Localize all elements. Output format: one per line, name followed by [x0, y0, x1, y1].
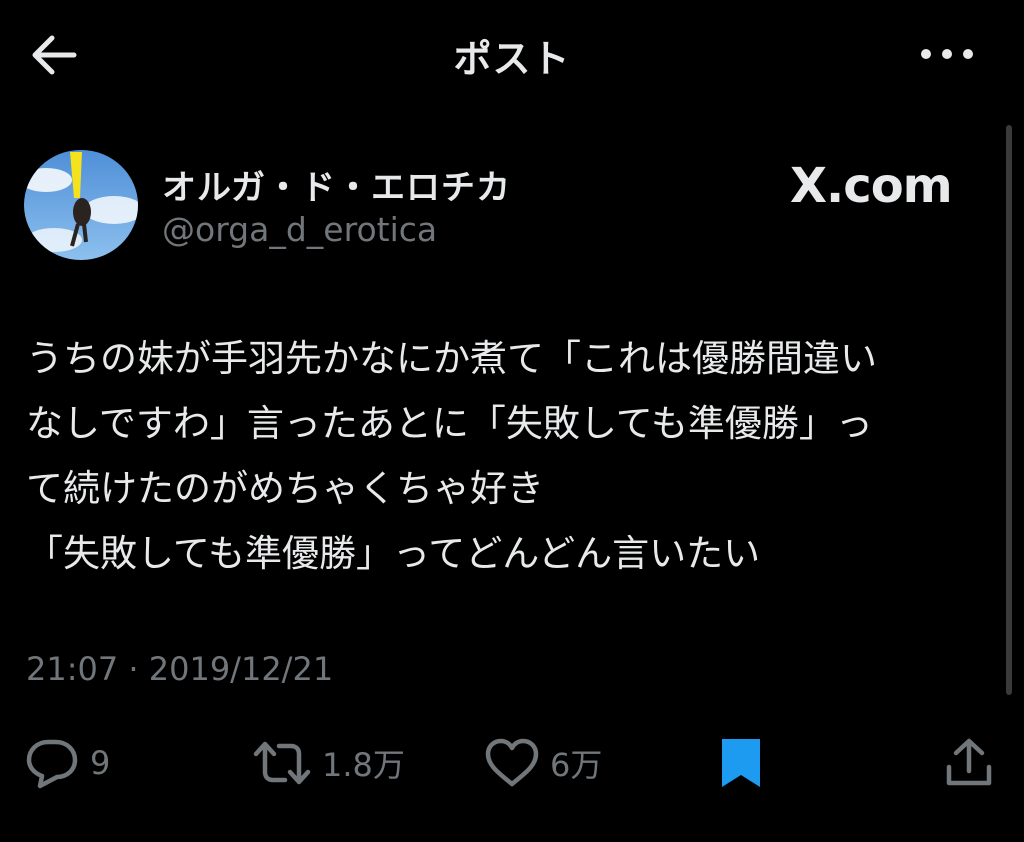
avatar[interactable] [24, 150, 138, 260]
heart-icon [485, 738, 539, 787]
page-title: ポスト [453, 37, 571, 81]
more-options-button[interactable] [918, 32, 976, 76]
like-count: 6万 [550, 746, 603, 784]
reply-bubble-icon [26, 739, 78, 789]
action-bar: 9 1.8万 6万 [0, 730, 1024, 800]
reply-button[interactable]: 9 [24, 730, 110, 796]
repost-button[interactable]: 1.8万 [252, 730, 405, 796]
share-icon [946, 738, 992, 786]
tweet-text: うちの妹が手羽先かなにか煮て「これは優勝間違い なしですわ」言ったあとに「失敗し… [26, 326, 986, 586]
tweet-line: 「失敗しても準優勝」ってどんどん言いたい [26, 532, 761, 575]
repost-count: 1.8万 [322, 746, 405, 784]
scrollbar[interactable] [1006, 125, 1012, 695]
repost-icon [253, 741, 311, 785]
reply-count: 9 [90, 744, 111, 782]
tweet-line: うちの妹が手羽先かなにか煮て「これは優勝間違い [26, 337, 877, 380]
share-button[interactable] [944, 730, 994, 796]
like-button[interactable]: 6万 [484, 730, 602, 796]
timestamp[interactable]: 21:07 · 2019/12/21 [26, 650, 333, 688]
bookmark-icon [722, 739, 760, 787]
tweet-line: なしですわ」言ったあとに「失敗しても準優勝」っ [26, 402, 873, 445]
top-bar: ポスト [0, 0, 1024, 110]
bookmark-button[interactable] [718, 730, 764, 796]
tweet-line: て続けたのがめちゃくちゃ好き [26, 467, 544, 510]
more-dots-icon [921, 49, 973, 59]
avatar-image [24, 150, 138, 260]
display-name[interactable]: オルガ・ド・エロチカ [162, 160, 511, 209]
user-handle[interactable]: @orga_d_erotica [162, 210, 437, 249]
source-logo: X.com [790, 158, 953, 214]
